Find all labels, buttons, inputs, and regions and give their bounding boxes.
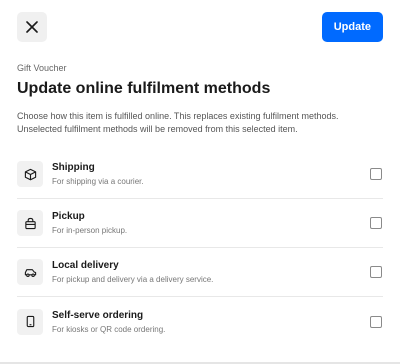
item-name-label: Gift Voucher (17, 63, 67, 73)
option-shipping[interactable]: Shipping For shipping via a courier. (17, 150, 383, 199)
option-subtitle: For shipping via a courier. (52, 177, 144, 186)
option-subtitle: For pickup and delivery via a delivery s… (52, 275, 214, 284)
self-serve-ordering-checkbox[interactable] (370, 315, 382, 328)
option-title: Shipping (52, 162, 95, 173)
option-self-serve-ordering[interactable]: Self-serve ordering For kiosks or QR cod… (17, 297, 383, 346)
option-subtitle: For kiosks or QR code ordering. (52, 324, 166, 334)
local-delivery-checkbox[interactable] (370, 266, 382, 278)
car-icon (17, 259, 43, 285)
option-title: Self-serve ordering (52, 309, 144, 321)
option-local-delivery[interactable]: Local delivery For pickup and delivery v… (17, 248, 383, 297)
shipping-checkbox[interactable] (370, 168, 382, 180)
update-button[interactable]: Update (321, 12, 383, 42)
phone-icon (17, 308, 43, 335)
option-pickup[interactable]: Pickup For in-person pickup. (17, 199, 383, 248)
fulfilment-options-list: Shipping For shipping via a courier. Pic… (17, 150, 383, 346)
close-icon (26, 21, 38, 33)
page-title: Update online fulfilment methods (17, 80, 271, 97)
option-title: Local delivery (52, 260, 119, 271)
box-icon (17, 161, 43, 187)
close-button[interactable] (17, 12, 47, 42)
description-text: Choose how this item is fulfilled online… (17, 111, 339, 134)
option-title: Pickup (52, 211, 85, 222)
modal-header: Update (17, 12, 383, 42)
pickup-checkbox[interactable] (370, 217, 382, 229)
bag-icon (17, 210, 43, 236)
option-subtitle: For in-person pickup. (52, 226, 128, 235)
